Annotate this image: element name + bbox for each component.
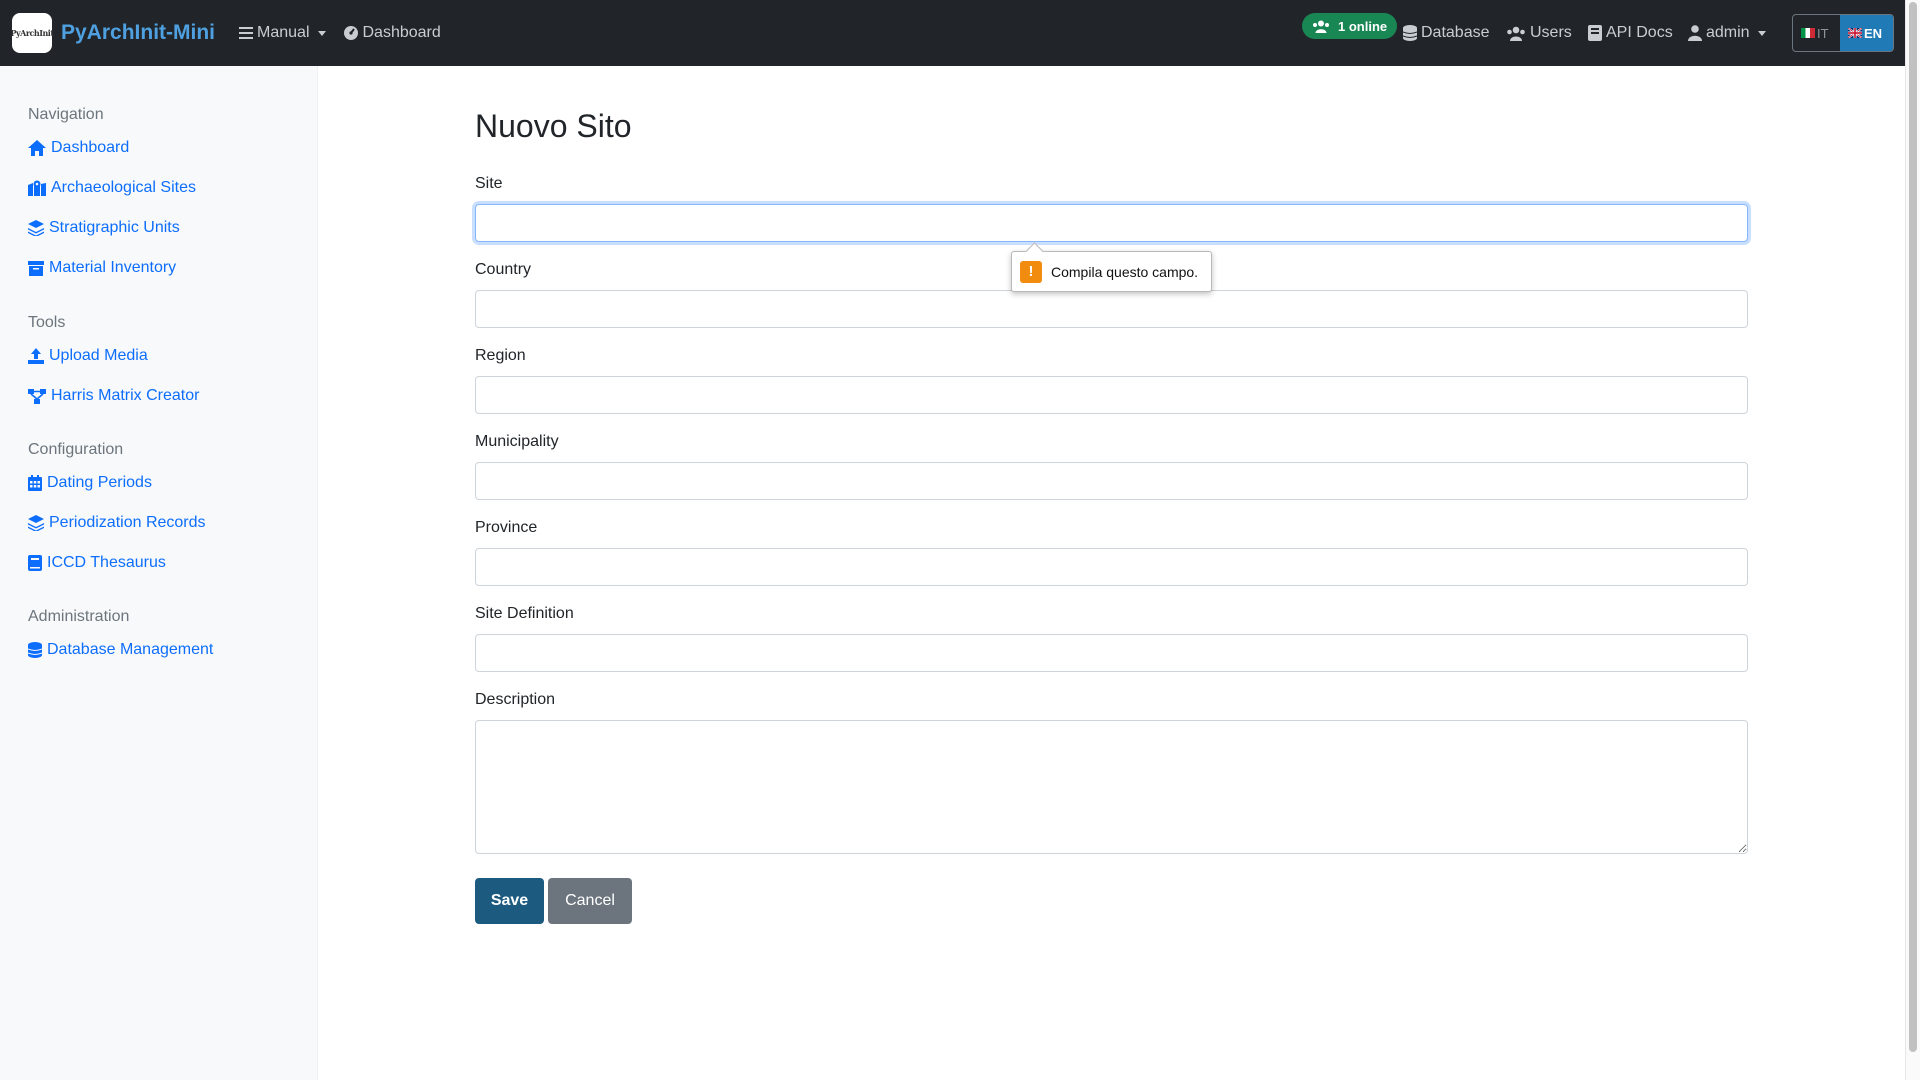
region-input[interactable] <box>475 376 1748 414</box>
calendar-icon <box>28 475 42 491</box>
sidebar-item-harris-matrix-creator[interactable]: Harris Matrix Creator <box>28 387 199 405</box>
sidebar-item-archaeological-sites[interactable]: Archaeological Sites <box>28 179 196 197</box>
sidebar-item-upload-media[interactable]: Upload Media <box>28 347 148 365</box>
language-switcher: IT EN <box>1792 14 1894 52</box>
manual-dropdown[interactable]: Manual <box>239 24 326 42</box>
sidebar-item-label: Harris Matrix Creator <box>51 387 200 404</box>
lang-it-button[interactable]: IT <box>1793 15 1840 51</box>
validation-message: Compila questo campo. <box>1051 263 1199 280</box>
api-docs-label: API Docs <box>1606 24 1673 41</box>
country-label: Country <box>475 261 532 278</box>
site-label: Site <box>475 175 503 192</box>
upload-icon <box>28 348 44 364</box>
sidebar-item-stratigraphic-units[interactable]: Stratigraphic Units <box>28 219 180 237</box>
chevron-down-icon <box>317 30 326 36</box>
map-marked-icon <box>28 180 46 196</box>
nav-database[interactable]: Database <box>1403 0 1490 66</box>
brand-logo: PyArchInit <box>10 13 54 53</box>
top-navbar: PyArchInit PyArchInit-Mini Manual Dashbo… <box>0 0 1905 66</box>
layers-icon <box>28 220 44 236</box>
sidebar-item-label: Periodization Records <box>49 514 206 531</box>
lang-it-label: IT <box>1817 25 1829 41</box>
lang-en-button[interactable]: EN <box>1840 15 1893 51</box>
brand[interactable]: PyArchInit PyArchInit-Mini <box>10 13 216 53</box>
home-icon <box>28 140 46 156</box>
sidebar-item-dashboard[interactable]: Dashboard <box>28 139 129 157</box>
dashboard-label: Dashboard <box>362 24 441 41</box>
sidebar-item-label: Upload Media <box>49 347 148 364</box>
warning-icon: ! <box>1020 260 1042 283</box>
municipality-input[interactable] <box>475 462 1748 500</box>
sidebar-item-iccd-thesaurus[interactable]: ICCD Thesaurus <box>28 554 166 572</box>
sidebar-item-label: Archaeological Sites <box>51 179 196 196</box>
book-icon <box>1588 25 1602 41</box>
sidebar-item-periodization-records[interactable]: Periodization Records <box>28 514 206 532</box>
sidebar-item-label: Dashboard <box>51 139 130 156</box>
country-input[interactable] <box>475 290 1748 328</box>
nav-api-docs[interactable]: API Docs <box>1588 0 1673 66</box>
user-icon <box>1688 25 1702 41</box>
site-input[interactable] <box>475 204 1748 242</box>
users-label: Users <box>1530 24 1572 41</box>
sidebar-item-label: Material Inventory <box>49 259 177 276</box>
user-menu-dropdown[interactable]: admin <box>1688 0 1766 66</box>
archive-icon <box>28 260 44 276</box>
menu-icon <box>239 27 254 39</box>
manual-label: Manual <box>257 24 310 41</box>
site-definition-input[interactable] <box>475 634 1748 672</box>
brand-name: PyArchInit-Mini <box>61 21 216 44</box>
validation-tooltip: ! Compila questo campo. <box>1011 251 1212 292</box>
sitemap-icon <box>28 388 46 404</box>
italy-flag-icon <box>1801 28 1815 38</box>
database-icon <box>28 642 42 658</box>
save-button[interactable]: Save <box>475 878 544 924</box>
cancel-button[interactable]: Cancel <box>548 878 632 924</box>
province-label: Province <box>475 519 538 536</box>
sidebar-item-label: Stratigraphic Units <box>49 219 180 236</box>
page-title: Nuovo Sito <box>475 108 632 144</box>
sidebar-item-label: ICCD Thesaurus <box>47 554 166 571</box>
sidebar-item-material-inventory[interactable]: Material Inventory <box>28 259 176 277</box>
book-icon <box>28 555 42 571</box>
database-icon <box>1403 25 1417 41</box>
sidebar: Navigation Dashboard Archaeological Site… <box>0 66 318 1080</box>
lang-en-label: EN <box>1864 25 1883 41</box>
nav-users[interactable]: Users <box>1506 0 1572 66</box>
online-count: 1 online <box>1338 18 1388 34</box>
description-textarea[interactable] <box>475 720 1748 854</box>
site-definition-label: Site Definition <box>475 605 574 622</box>
sidebar-item-database-management[interactable]: Database Management <box>28 641 213 659</box>
gauge-icon <box>343 25 359 41</box>
layers-icon <box>28 515 44 531</box>
users-icon <box>1312 20 1330 33</box>
user-label: admin <box>1706 24 1750 41</box>
online-users-badge: 1 online <box>1302 13 1398 39</box>
sidebar-item-label: Dating Periods <box>47 474 152 491</box>
province-input[interactable] <box>475 548 1748 586</box>
region-label: Region <box>475 347 526 364</box>
sidebar-item-label: Database Management <box>47 641 214 658</box>
sidebar-heading-administration: Administration <box>28 608 130 625</box>
vertical-scrollbar[interactable] <box>1905 0 1920 1080</box>
database-label: Database <box>1421 24 1490 41</box>
scrollbar-thumb[interactable] <box>1909 2 1917 1052</box>
nav-dashboard[interactable]: Dashboard <box>343 24 441 42</box>
description-label: Description <box>475 691 556 708</box>
sidebar-heading-configuration: Configuration <box>28 441 124 458</box>
sidebar-heading-navigation: Navigation <box>28 106 104 123</box>
users-icon <box>1506 26 1526 41</box>
municipality-label: Municipality <box>475 433 559 450</box>
sidebar-item-dating-periods[interactable]: Dating Periods <box>28 474 152 492</box>
sidebar-heading-tools: Tools <box>28 314 66 331</box>
uk-flag-icon <box>1848 28 1862 38</box>
chevron-down-icon <box>1757 30 1766 36</box>
